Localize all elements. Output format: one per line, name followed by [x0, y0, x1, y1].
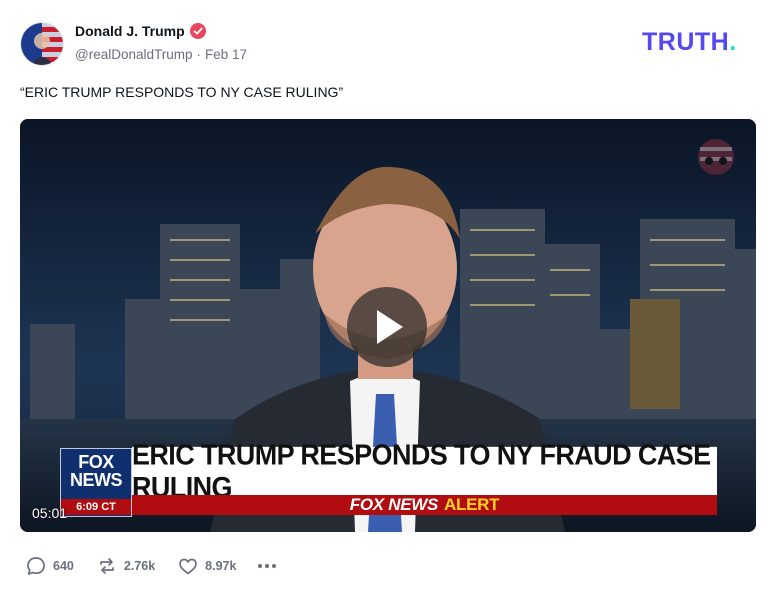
meta-separator: · [196, 47, 202, 62]
chyron-alert-bar: FOX NEWS ALERT [132, 495, 717, 515]
more-icon [258, 564, 263, 568]
retruth-icon [100, 558, 114, 574]
post-text: “ERIC TRUMP RESPONDS TO NY CASE RULING” [20, 84, 344, 100]
author-name[interactable]: Donald J. Trump [75, 23, 185, 39]
fox-news-logo: FOX NEWS 6:09 CT [60, 448, 132, 517]
reply-count: 640 [53, 559, 74, 573]
like-icon [179, 558, 197, 575]
like-button[interactable]: 8.97k [177, 555, 236, 577]
fox-logo-line2: NEWS [70, 470, 123, 490]
video-duration: 05:01 [32, 505, 68, 521]
retruth-count: 2.76k [123, 559, 156, 573]
video-player[interactable]: FOX NEWS 6:09 CT ERIC TRUMP RESPONDS TO … [20, 119, 756, 532]
action-bar: 640 2.76k 8.97k [25, 555, 277, 577]
more-options-button[interactable] [258, 555, 277, 577]
post-date[interactable]: Feb 17 [205, 47, 247, 62]
like-count: 8.97k [205, 559, 237, 573]
alert-prefix: FOX NEWS [349, 495, 439, 514]
alert-word: ALERT [444, 495, 500, 514]
play-button[interactable] [347, 287, 427, 367]
broadcast-time: 6:09 CT [61, 499, 131, 515]
logo-dot: . [729, 28, 737, 56]
truth-logo[interactable]: TRUTH. [642, 28, 737, 57]
reply-icon [27, 557, 45, 575]
avatar[interactable] [20, 22, 64, 66]
chyron-headline: ERIC TRUMP RESPONDS TO NY FRAUD CASE RUL… [132, 439, 717, 503]
reply-button[interactable]: 640 [25, 555, 74, 577]
fox-logo-line1: FOX [78, 452, 114, 472]
retruth-button[interactable]: 2.76k [96, 555, 155, 577]
verified-badge-icon [189, 23, 206, 39]
logo-text: TRUTH [642, 28, 730, 56]
author-handle[interactable]: @realDonaldTrump [75, 47, 193, 62]
